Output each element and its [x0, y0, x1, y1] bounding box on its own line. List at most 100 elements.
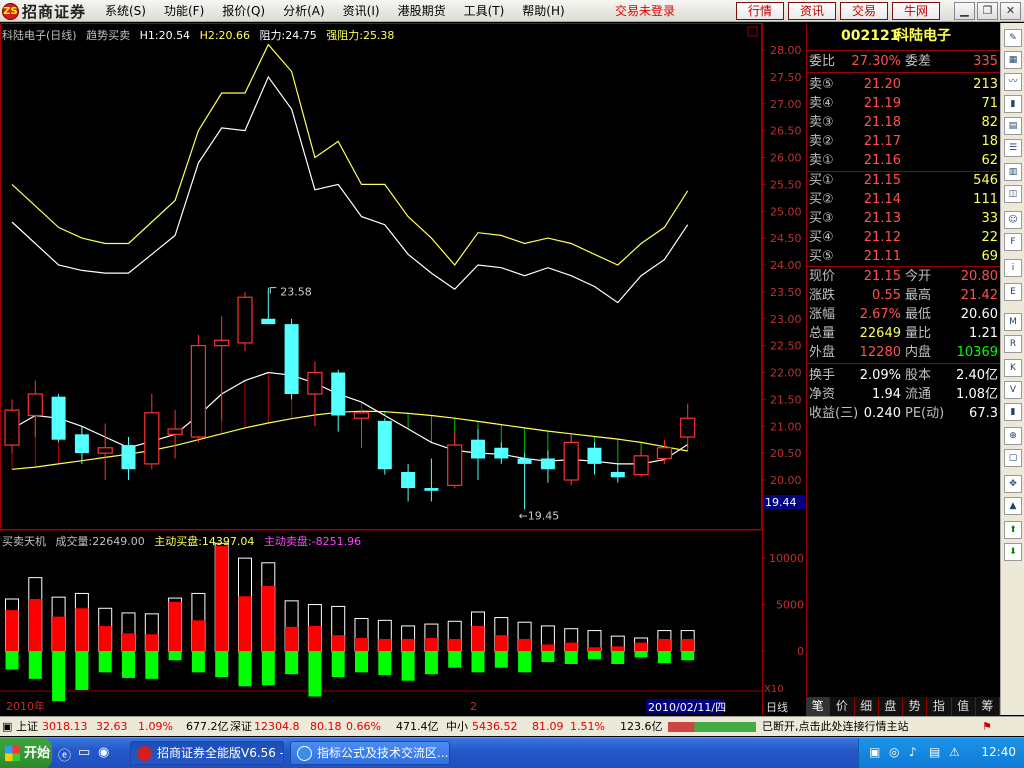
tray-warning-icon[interactable]: ⚠ [949, 745, 960, 759]
menu-analysis[interactable]: 分析(A) [274, 3, 334, 19]
quote-label: 卖① [809, 153, 834, 168]
candle-body [4, 409, 20, 446]
kline-chart[interactable]: 23.58 ←19.45 2010年 2 2010/02/11/四 [0, 23, 762, 715]
volume-sell-bar [28, 651, 42, 679]
window-icon[interactable]: ▢ [1004, 449, 1022, 467]
arrow-up-icon[interactable]: ▲ [1004, 497, 1022, 515]
candle-body [540, 458, 555, 470]
tab-chips[interactable]: 筹 [975, 697, 1000, 716]
media-icon[interactable]: ◉ [98, 745, 109, 760]
bookmark-icon[interactable]: ▮ [1004, 403, 1022, 421]
line-chart-icon[interactable]: 〰 [1004, 73, 1022, 91]
volume-multiplier: X10 [764, 684, 784, 695]
macd-icon[interactable]: M [1004, 313, 1022, 331]
vol-icon[interactable]: V [1004, 381, 1022, 399]
niuwang-button[interactable]: 牛网 [892, 2, 940, 20]
tray-volume-icon[interactable]: ♪ [909, 745, 917, 759]
zoom-icon[interactable]: ⊕ [1004, 427, 1022, 445]
kline-chart-icon[interactable]: ▮ [1004, 95, 1022, 113]
volume-sell-bar [588, 651, 601, 660]
volume-sell-bar [681, 651, 695, 661]
stat-label: 换手 [809, 368, 836, 383]
close-icon[interactable]: ✕ [1000, 2, 1021, 20]
info-icon[interactable]: i [1004, 259, 1022, 277]
menu-info[interactable]: 资讯(I) [334, 3, 389, 19]
clock: 12:40 [981, 745, 1016, 759]
f10-icon[interactable]: F [1004, 233, 1022, 251]
pen-tool-icon[interactable]: ✎ [1004, 29, 1022, 47]
tab-index[interactable]: 指 [927, 697, 952, 716]
volume-sell-bar [215, 651, 229, 677]
chart-icon[interactable]: ◫ [1004, 185, 1022, 203]
quote-value: 21.17 [863, 134, 901, 149]
news-button[interactable]: 资讯 [788, 2, 836, 20]
tab-value[interactable]: 值 [951, 697, 976, 716]
move-icon[interactable]: ✥ [1004, 475, 1022, 493]
menu-quote[interactable]: 报价(Q) [213, 3, 274, 19]
kdj-icon[interactable]: K [1004, 359, 1022, 377]
stat-value: 20.60 [960, 307, 998, 322]
trade-login-status[interactable]: 交易未登录 [615, 3, 675, 19]
h2-value: H2:20.66 [199, 29, 251, 42]
bar-chart-icon[interactable]: ▥ [1004, 163, 1022, 181]
minimize-icon[interactable]: ▁ [954, 2, 975, 20]
candle-body [237, 296, 253, 344]
list-icon[interactable]: ☰ [1004, 139, 1022, 157]
menu-hk-futures[interactable]: 港股期货 [389, 3, 455, 19]
volume-sell-bar [168, 651, 182, 661]
restore-icon[interactable]: ❐ [977, 2, 998, 20]
start-button[interactable]: 开始 [0, 738, 52, 768]
tab-trend[interactable]: 势 [903, 697, 928, 716]
rsi-icon[interactable]: R [1004, 335, 1022, 353]
taskbar-item-forum[interactable]: 指标公式及技术交流区... [290, 741, 450, 765]
tray-security-icon[interactable]: ◎ [889, 745, 899, 759]
quote-volume: 22 [981, 230, 998, 245]
status-bar[interactable]: ▣ 上证 3018.13 32.63 1.09% 677.2亿 深证 12304… [0, 716, 1024, 736]
sh-name: 上证 [16, 720, 38, 733]
status-index-icon: ▣ [2, 720, 13, 733]
stat-label: 净资 [809, 387, 836, 402]
stat-label: 流通 [905, 387, 932, 402]
stat-row: 收益(三) 0.240 PE(动) 67.3 [807, 404, 1001, 423]
zx-name: 中小 [446, 720, 468, 733]
price-tick-label: 24.00 [770, 259, 802, 272]
volume-buy-bar [588, 647, 601, 651]
app-taskbar-icon [137, 746, 152, 761]
menu-function[interactable]: 功能(F) [155, 3, 213, 19]
taskbar-item-zhaoshang[interactable]: 招商证券全能版V6.56 -... [130, 741, 284, 765]
tab-detail[interactable]: 细 [854, 697, 879, 716]
tray-app-icon[interactable]: ▣ [869, 745, 880, 759]
volume-sell-bar [471, 651, 485, 673]
candle-body [610, 471, 625, 478]
etf-icon[interactable]: E [1004, 283, 1022, 301]
connection-message[interactable]: 已断开,点击此处连接行情主站 [762, 717, 909, 736]
sh-change: 32.63 [96, 720, 128, 733]
connection-icon[interactable]: ⚑ [982, 717, 992, 736]
volume-buy-bar [355, 638, 368, 651]
price-tick-label: 22.00 [770, 367, 802, 380]
tray-network-icon[interactable]: ▤ [929, 745, 940, 759]
tab-trades[interactable]: 笔 [806, 697, 831, 716]
app-logo: ZS 招商证券 [2, 2, 86, 21]
volume-total: 成交量:22649.00 [55, 535, 145, 548]
zx-change: 81.09 [532, 720, 564, 733]
price-tick-label: 22.50 [770, 340, 802, 353]
ie-icon[interactable]: ⓔ [58, 745, 71, 764]
quote-volume: 546 [973, 173, 998, 188]
menu-tools[interactable]: 工具(T) [455, 3, 514, 19]
candle-body [307, 371, 323, 395]
grid-tool-icon[interactable]: ▦ [1004, 51, 1022, 69]
users-icon[interactable]: ☺ [1004, 211, 1022, 229]
market-button[interactable]: 行情 [736, 2, 784, 20]
desktop-icon[interactable]: ▭ [78, 745, 90, 760]
trade-button[interactable]: 交易 [840, 2, 888, 20]
tab-market[interactable]: 盘 [878, 697, 903, 716]
arrow-up-green-icon[interactable]: ⬆ [1004, 521, 1022, 539]
menu-system[interactable]: 系统(S) [96, 3, 155, 19]
table-icon[interactable]: ▤ [1004, 117, 1022, 135]
tab-price[interactable]: 价 [830, 697, 855, 716]
menu-help[interactable]: 帮助(H) [513, 3, 573, 19]
divider [807, 363, 1001, 364]
volume-buy-bar [634, 642, 648, 651]
arrow-down-green-icon[interactable]: ⬇ [1004, 543, 1022, 561]
